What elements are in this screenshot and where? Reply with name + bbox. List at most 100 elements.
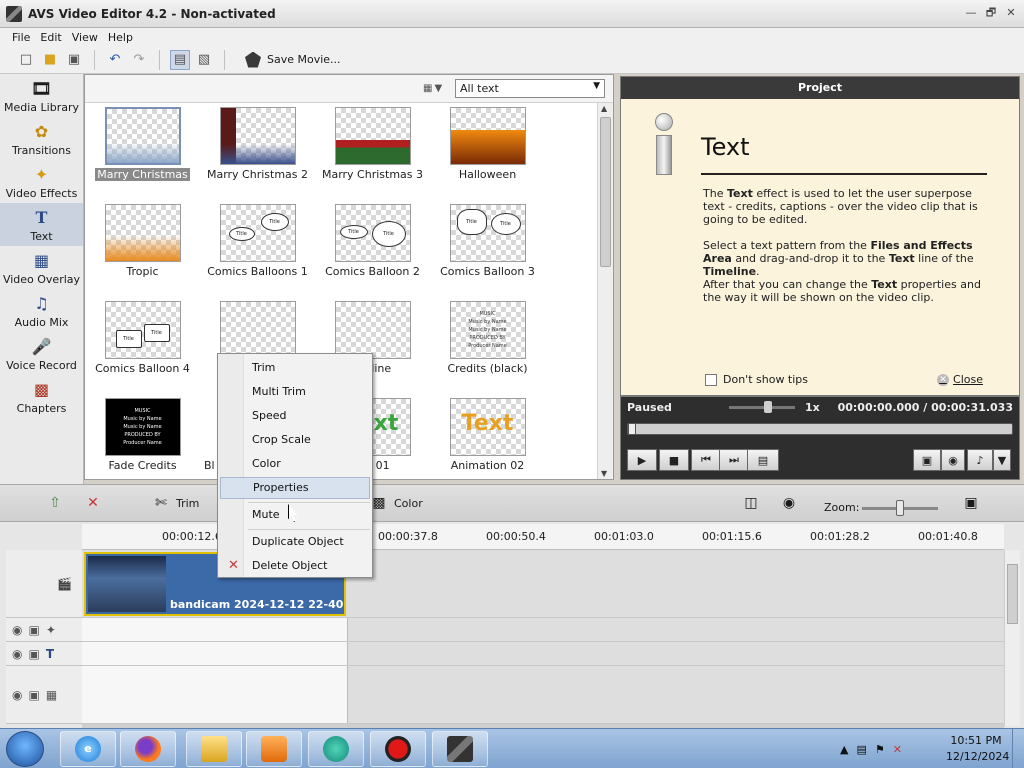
seek-bar[interactable] xyxy=(627,423,1013,435)
save-icon[interactable]: ▣ xyxy=(64,50,84,70)
eye-icon[interactable]: ◉ xyxy=(12,647,22,661)
menu-edit[interactable]: Edit xyxy=(40,31,61,44)
effect-tile[interactable]: Marry Christmas 3 xyxy=(315,105,430,197)
menu-help[interactable]: Help xyxy=(108,31,133,44)
scroll-up-icon[interactable]: ▲ xyxy=(601,104,607,113)
save-movie-button[interactable]: Save Movie... xyxy=(245,51,341,68)
volume-button[interactable]: ♪ xyxy=(967,449,993,471)
sidebar-item-transitions[interactable]: ✿ Transitions xyxy=(0,117,83,160)
scrollbar-thumb[interactable] xyxy=(600,117,611,267)
sidebar-item-voice-record[interactable]: 🎤 Voice Record xyxy=(0,332,83,375)
taskbar-teams[interactable] xyxy=(308,731,364,767)
eye-icon[interactable]: ◉ xyxy=(12,623,22,637)
timeline-scrollbar[interactable] xyxy=(1004,550,1020,726)
menu-item-color[interactable]: Color xyxy=(220,453,370,475)
seek-knob[interactable] xyxy=(628,423,636,435)
menu-item-properties[interactable]: Properties xyxy=(220,477,370,499)
effect-tile[interactable]: Title Title Comics Balloons 1 xyxy=(200,202,315,294)
playback-speed-slider[interactable] xyxy=(729,401,795,413)
checkbox[interactable] xyxy=(705,373,717,386)
lock-icon[interactable]: ▣ xyxy=(28,623,39,637)
split-button[interactable]: ◫ xyxy=(742,495,760,511)
menu-file[interactable]: File xyxy=(12,31,30,44)
show-desktop-button[interactable] xyxy=(1012,729,1024,768)
new-project-icon[interactable]: □ xyxy=(16,50,36,70)
effect-tile[interactable]: Title Title Comics Balloon 3 xyxy=(430,202,545,294)
zoom-slider[interactable] xyxy=(862,500,938,516)
storyboard-view-icon[interactable]: ▧ xyxy=(194,50,214,70)
text-category-dropdown[interactable]: All text ▼ xyxy=(455,79,605,98)
maximize-button[interactable]: 🗗 xyxy=(982,5,1000,21)
close-tips-link[interactable]: ✕ Close xyxy=(937,373,983,386)
volume-muted-icon[interactable]: ✕ xyxy=(893,743,902,756)
sidebar-item-media-library[interactable]: 🎞 Media Library xyxy=(0,74,83,117)
menu-item-speed[interactable]: Speed xyxy=(220,405,370,427)
effects-scrollbar[interactable]: ▲ ▼ xyxy=(597,103,613,479)
audio-track[interactable] xyxy=(82,666,1004,724)
action-center-flag-icon[interactable]: ⚑ xyxy=(875,743,885,756)
undo-icon[interactable]: ↶ xyxy=(105,50,125,70)
menu-item-crop-scale[interactable]: Crop Scale xyxy=(220,429,370,451)
minimize-button[interactable]: — xyxy=(962,5,980,21)
snapshot-button[interactable]: ◉ xyxy=(941,449,965,471)
lock-icon[interactable]: ▣ xyxy=(28,647,39,661)
effect-tile[interactable]: Tropic xyxy=(85,202,200,294)
network-icon[interactable]: ▤ xyxy=(856,743,866,756)
effects-track[interactable] xyxy=(82,618,1004,642)
text-track[interactable] xyxy=(82,642,1004,666)
taskbar-media-player[interactable] xyxy=(246,731,302,767)
scroll-down-icon[interactable]: ▼ xyxy=(601,469,607,478)
delete-button[interactable]: ✕ xyxy=(84,495,102,511)
effect-tile[interactable]: Title Title Comics Balloon 2 xyxy=(315,202,430,294)
system-clock[interactable]: 10:51 PM 12/12/2024 xyxy=(946,733,1009,765)
lock-icon[interactable]: ▣ xyxy=(28,688,39,702)
fit-timeline-button[interactable]: ▣ xyxy=(962,495,980,511)
sidebar-item-audio-mix[interactable]: ♫ Audio Mix xyxy=(0,289,83,332)
show-hidden-icons-icon[interactable]: ▲ xyxy=(840,743,848,756)
start-button[interactable] xyxy=(6,731,44,767)
menu-item-multi-trim[interactable]: Multi Trim xyxy=(220,381,370,403)
effect-tile[interactable]: Text Animation 02 xyxy=(430,396,545,479)
taskbar-avs-video-editor[interactable] xyxy=(432,731,488,767)
next-frame-button[interactable]: ⏭ xyxy=(719,449,749,471)
close-button[interactable]: ✕ xyxy=(1002,5,1020,21)
sidebar-item-chapters[interactable]: ▩ Chapters xyxy=(0,375,83,418)
color-button[interactable]: ▩ Color xyxy=(370,495,422,511)
view-mode-button[interactable]: ▦ ▼ xyxy=(423,81,449,97)
menu-item-delete-object[interactable]: ✕ Delete Object xyxy=(220,555,370,577)
slider-knob[interactable] xyxy=(763,401,772,413)
play-button[interactable]: ▶ xyxy=(627,449,657,471)
eye-icon[interactable]: ◉ xyxy=(12,688,22,702)
previous-frame-button[interactable]: ⏮ xyxy=(691,449,721,471)
slider-knob[interactable] xyxy=(896,500,904,516)
effect-tile[interactable]: MUSIC Music by Name Music by Name PRODUC… xyxy=(85,396,200,479)
fullscreen-preview-button[interactable]: ▤ xyxy=(747,449,779,471)
stop-button[interactable]: ■ xyxy=(659,449,689,471)
taskbar-internet-explorer[interactable]: e xyxy=(60,731,116,767)
sidebar-item-video-overlay[interactable]: ▦ Video Overlay xyxy=(0,246,83,289)
skip-forward-icon: ⏭ xyxy=(729,453,739,466)
import-button[interactable]: ⇧ xyxy=(46,495,64,511)
open-folder-icon[interactable]: ■ xyxy=(40,50,60,70)
record-button[interactable]: ◉ xyxy=(780,495,798,511)
timeline-view-icon[interactable]: ▤ xyxy=(170,49,190,70)
volume-dropdown[interactable]: ▼ xyxy=(993,449,1011,471)
effect-tile[interactable]: Marry Christmas 2 xyxy=(200,105,315,197)
sidebar-item-text[interactable]: T Text xyxy=(0,203,83,246)
effect-tile[interactable]: Marry Christmas xyxy=(85,105,200,197)
monitor-mode-button[interactable]: ▣ xyxy=(913,449,941,471)
taskbar-file-explorer[interactable] xyxy=(186,731,242,767)
trim-button[interactable]: ✄ Trim xyxy=(152,495,199,511)
effect-tile[interactable]: Halloween xyxy=(430,105,545,197)
sidebar-item-video-effects[interactable]: ✦ Video Effects xyxy=(0,160,83,203)
redo-icon[interactable]: ↷ xyxy=(129,50,149,70)
taskbar-firefox[interactable] xyxy=(120,731,176,767)
dont-show-tips-checkbox[interactable]: Don't show tips xyxy=(705,373,808,386)
menu-item-duplicate-object[interactable]: Duplicate Object xyxy=(220,531,370,553)
effect-tile[interactable]: Title Title Comics Balloon 4 xyxy=(85,299,200,391)
menu-item-trim[interactable]: Trim xyxy=(220,357,370,379)
menu-view[interactable]: View xyxy=(72,31,98,44)
taskbar-bandicam[interactable] xyxy=(370,731,426,767)
scrollbar-thumb[interactable] xyxy=(1007,564,1018,624)
effect-tile[interactable]: MUSIC Music by Name Music by Name PRODUC… xyxy=(430,299,545,391)
